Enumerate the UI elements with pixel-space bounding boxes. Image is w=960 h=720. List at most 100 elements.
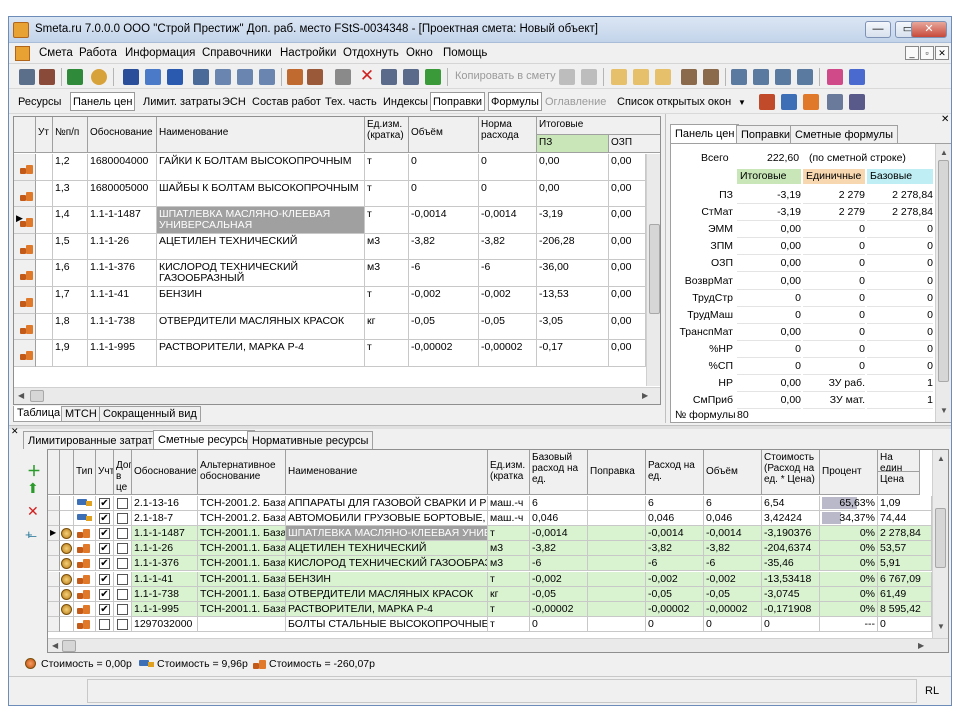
include-checkbox[interactable] [99, 618, 110, 630]
lower-cell-base[interactable]: 6 [530, 496, 588, 512]
mdi-close-button[interactable]: ✕ [935, 46, 949, 60]
tab-esn[interactable]: ЭСН [219, 92, 249, 111]
menu-rest[interactable]: Отдохнуть [343, 47, 399, 59]
col-volume-lower[interactable]: Объём [704, 450, 762, 495]
upper-cell-num[interactable]: 1,3 [53, 180, 88, 208]
upper-cell-num[interactable]: 1,8 [53, 313, 88, 341]
undo-icon[interactable] [167, 69, 183, 85]
upper-cell-num[interactable]: 1,6 [53, 260, 88, 287]
lower-cell-unit[interactable]: т [488, 601, 530, 617]
menu-info[interactable]: Информация [125, 47, 195, 59]
extra-checkbox[interactable] [117, 513, 128, 525]
bricks-icon[interactable] [803, 94, 819, 110]
col-norm[interactable]: Норма расхода [479, 117, 537, 153]
lower-cell-rate[interactable]: -0,0014 [646, 526, 704, 542]
upper-cell-norm[interactable]: -3,82 [479, 233, 537, 261]
upper-cell-pz[interactable]: 0,00 [537, 180, 609, 208]
lower-cell-alt[interactable]: ТСН-2001.1. База [198, 571, 286, 587]
upper-cell-name[interactable]: ГАЙКИ К БОЛТАМ ВЫСОКОПРОЧНЫМ [157, 154, 365, 181]
upper-cell-pz[interactable]: 0,00 [537, 154, 609, 181]
lower-cell-correction[interactable] [588, 586, 646, 602]
lower-cell-alt[interactable]: ТСН-2001.2. База [198, 496, 286, 512]
printer-icon[interactable] [849, 94, 865, 110]
row-header[interactable] [14, 260, 36, 287]
upper-cell-x[interactable] [36, 207, 53, 234]
lower-cell-name[interactable]: БЕНЗИН [286, 571, 488, 587]
lower-cell-rate[interactable]: -3,82 [646, 541, 704, 557]
lower-cell-name[interactable]: КИСЛОРОД ТЕХНИЧЕСКИЙ ГАЗООБРАЗНЫЙ [286, 556, 488, 572]
menu-help[interactable]: Помощь [443, 47, 487, 59]
menu-window[interactable]: Окно [406, 47, 433, 59]
lower-cell-unit[interactable]: м3 [488, 556, 530, 572]
col-percent[interactable]: Процент [820, 450, 878, 495]
lower-cell-correction[interactable] [588, 571, 646, 587]
col-num[interactable]: №п/п [53, 117, 88, 153]
tab-estimate-formulas[interactable]: Сметные формулы [790, 125, 899, 143]
lower-cell-name[interactable]: БОЛТЫ СТАЛЬНЫЕ ВЫСОКОПРОЧНЫЕ [286, 616, 488, 632]
lower-vscroll[interactable]: ▲ ▼ [932, 450, 948, 638]
lower-cell-price[interactable]: 6 767,09 [878, 571, 932, 587]
upper-cell-volume[interactable]: -0,00002 [409, 340, 479, 367]
upper-cell-num[interactable]: 1,5 [53, 233, 88, 261]
col-ozp[interactable]: ОЗП [609, 135, 660, 153]
col-correction[interactable]: Поправка [588, 450, 646, 495]
extra-checkbox[interactable] [117, 543, 128, 555]
extra-checkbox[interactable] [117, 618, 128, 630]
upper-cell-unit[interactable]: м3 [365, 233, 409, 261]
upper-cell-unit[interactable]: т [365, 287, 409, 314]
copy-to-estimate-button[interactable]: Копировать в смету [455, 70, 556, 82]
print2-icon[interactable] [403, 69, 419, 85]
upper-cell-unit[interactable]: м3 [365, 260, 409, 287]
upper-cell-name[interactable]: БЕНЗИН [157, 287, 365, 314]
lower-cell-pct[interactable]: 0% [820, 571, 878, 587]
upper-cell-x[interactable] [36, 180, 53, 208]
lower-cell-cost[interactable]: 6,54 [762, 496, 820, 512]
lower-cell-name[interactable]: РАСТВОРИТЕЛИ, МАРКА Р-4 [286, 601, 488, 617]
upper-cell-name[interactable]: ОТВЕРДИТЕЛИ МАСЛЯНЫХ КРАСОК [157, 313, 365, 341]
lower-cell-correction[interactable] [588, 496, 646, 512]
lower-cell-pct[interactable]: 0% [820, 556, 878, 572]
remove-icon[interactable]: ✕ [27, 503, 39, 520]
tree2-icon[interactable] [39, 69, 55, 85]
splitter[interactable] [9, 425, 951, 429]
upper-cell-norm[interactable]: -0,05 [479, 313, 537, 341]
upper-cell-ozp[interactable]: 0,00 [609, 180, 646, 208]
tab-short-view[interactable]: Сокращенный вид [99, 406, 201, 422]
align1-icon[interactable] [731, 69, 747, 85]
align3-icon[interactable] [775, 69, 791, 85]
lower-cell-cost[interactable]: 3,42424 [762, 511, 820, 527]
lower-cell-volume[interactable]: -0,0014 [704, 526, 762, 542]
lower-cell-volume[interactable]: -0,05 [704, 586, 762, 602]
col-uch[interactable]: Учт [96, 450, 114, 495]
upper-cell-name[interactable]: ШПАТЛЕВКА МАСЛЯНО-КЛЕЕВАЯ УНИВЕРСАЛЬНАЯ [157, 207, 365, 234]
menu-settings[interactable]: Настройки [280, 47, 336, 59]
tab-limited-costs[interactable]: Лимитированные затраты [23, 431, 166, 449]
include-checkbox[interactable]: ✔ [99, 558, 110, 570]
lower-cell-correction[interactable] [588, 541, 646, 557]
doc1-icon[interactable] [611, 69, 627, 85]
up-arrow-icon[interactable]: ⬆ [27, 480, 39, 497]
add-icon[interactable]: ＋ [27, 461, 41, 481]
lower-cell-pct[interactable]: 65,63% [820, 496, 878, 512]
upper-cell-ozp[interactable]: 0,00 [609, 233, 646, 261]
lower-cell-unit[interactable]: т [488, 571, 530, 587]
align4-icon[interactable] [797, 69, 813, 85]
lower-cell-pct[interactable]: 0% [820, 541, 878, 557]
tab-price-panel-inner[interactable]: Панель цен [670, 124, 740, 143]
upper-cell-norm[interactable]: -6 [479, 260, 537, 287]
upper-cell-volume[interactable]: -0,0014 [409, 207, 479, 234]
calc-icon[interactable] [681, 69, 697, 85]
lower-cell-price[interactable]: 53,57 [878, 541, 932, 557]
lower-cell-basis[interactable]: 1.1-1-1487 [132, 526, 198, 542]
lower-cell-correction[interactable] [588, 556, 646, 572]
col-alt-basis[interactable]: Альтернативное обоснование [198, 450, 286, 495]
upper-cell-basis[interactable]: 1680004000 [88, 154, 157, 181]
upper-cell-ozp[interactable]: 0,00 [609, 313, 646, 341]
lower-cell-alt[interactable]: ТСН-2001.1. База [198, 556, 286, 572]
lower-cell-cost[interactable]: -35,46 [762, 556, 820, 572]
row-header[interactable]: ▶ [48, 526, 60, 542]
lower-cell-rate[interactable]: 0 [646, 616, 704, 632]
upper-cell-num[interactable]: 1,9 [53, 340, 88, 367]
upper-cell-norm[interactable]: 0 [479, 154, 537, 181]
lower-cell-cost[interactable]: 0 [762, 616, 820, 632]
